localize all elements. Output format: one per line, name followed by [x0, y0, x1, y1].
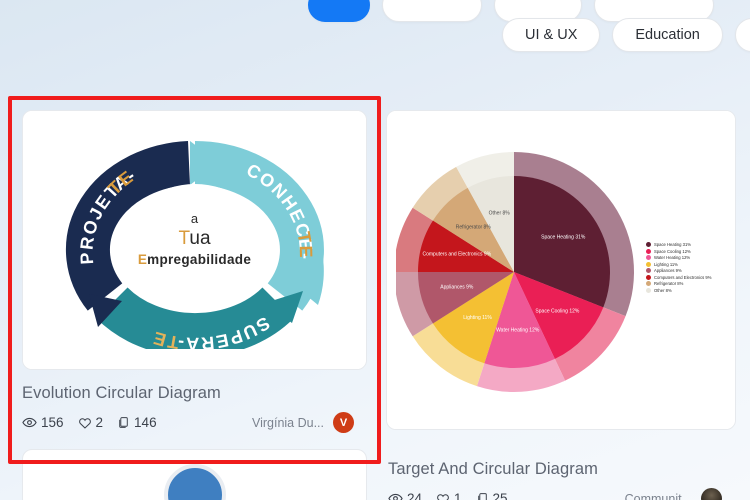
author-name: Communit... [624, 491, 692, 500]
pie-slice-label: Space Cooling 12% [535, 309, 579, 315]
legend-swatch [646, 268, 651, 273]
legend-swatch [646, 281, 651, 286]
pie-slice-label: Appliances 9% [440, 285, 474, 291]
copies-count: 25 [492, 491, 508, 500]
legend-swatch [646, 242, 651, 247]
card-evolution-circular-diagram[interactable]: CONHECE- TE SUPERA- TE PROJETA- TE a Tua… [22, 110, 367, 370]
filter-chip-ui-ux[interactable]: UI & UX [502, 18, 601, 52]
pie-slice-label: Space Heating 31% [541, 235, 586, 241]
views-count: 24 [407, 491, 423, 500]
legend-swatch [646, 261, 651, 267]
card-thumbnail: Space Heating 31% Space Cooling 12% Water … [387, 111, 735, 429]
copies-count: 146 [134, 415, 157, 430]
card-author[interactable]: Virgínia Du... V [252, 412, 354, 433]
stat-likes: 1 [436, 491, 462, 500]
legend-swatch [646, 248, 651, 254]
legend-label: Other 8% [654, 287, 672, 293]
legend-item: Computers and Electronics 9% [646, 274, 712, 280]
card-footer: 156 2 146 Virgínia Du... V [22, 412, 372, 433]
pie-legend: Space Heating 31% Space Cooling 12% Water … [646, 242, 712, 293]
legend-label: Appliances 9% [654, 268, 682, 273]
legend-label: Space Cooling 12% [654, 248, 691, 254]
pie-slice-label: Computers and Electronics 9% [423, 251, 492, 257]
pie-slice-label: Lighting 11% [463, 315, 492, 321]
heart-icon [78, 416, 92, 430]
pie-slice-label: Other 8% [489, 210, 511, 216]
filter-chip-partial[interactable]: I [734, 18, 750, 52]
likes-count: 1 [454, 491, 462, 500]
legend-item: Space Heating 31% [646, 242, 712, 247]
card-partial-next[interactable] [22, 449, 367, 500]
legend-label: Refrigerator 8% [654, 281, 684, 286]
card-meta-evolution: Evolution Circular Diagram 156 2 146 Vir… [8, 370, 372, 433]
legend-swatch [646, 274, 651, 280]
card-wrap-evolution: CONHECE- TE SUPERA- TE PROJETA- TE a Tua… [8, 96, 381, 464]
legend-item: Appliances 9% [646, 268, 712, 273]
card-target-circular-diagram[interactable]: Space Heating 31% Space Cooling 12% Water … [386, 110, 736, 430]
stat-likes: 2 [78, 415, 104, 430]
eye-icon [388, 491, 403, 500]
card-stats: 156 2 146 [22, 415, 157, 430]
pie-slice-label: Refrigerator 8% [456, 225, 492, 231]
filter-chip-active[interactable] [308, 0, 370, 22]
legend-label: Lighting 11% [654, 261, 678, 267]
grid-column-right: Space Heating 31% Space Cooling 12% Water … [386, 110, 750, 500]
card-thumbnail: CONHECE- TE SUPERA- TE PROJETA- TE a Tua… [23, 111, 366, 369]
legend-item: Water Heating 12% [646, 255, 712, 260]
copy-icon [117, 416, 130, 429]
card-meta-target: Target And Circular Diagram 24 1 25 Comm… [386, 446, 750, 500]
donut-svg: CONHECE- TE SUPERA- TE PROJETA- TE [65, 141, 324, 349]
legend-item: Space Cooling 12% [646, 248, 712, 254]
circular-evolution-diagram: CONHECE- TE SUPERA- TE PROJETA- TE a Tua… [56, 131, 334, 349]
legend-swatch [646, 287, 651, 293]
card-stats: 24 1 25 [388, 491, 508, 500]
heart-icon [436, 492, 450, 500]
legend-label: Water Heating 12% [654, 255, 691, 260]
stat-copies: 25 [476, 491, 508, 500]
pie-chart: Space Heating 31% Space Cooling 12% Water … [394, 142, 726, 398]
filter-chip-row-secondary: UI & UX Education I [502, 18, 750, 52]
card-footer: 24 1 25 Communit... [388, 488, 750, 500]
card-title[interactable]: Target And Circular Diagram [388, 460, 750, 479]
filter-chip-2[interactable] [382, 0, 482, 22]
card-author[interactable]: Communit... [625, 488, 722, 500]
legend-label: Space Heating 31% [654, 242, 692, 247]
filter-chip-label: Education [635, 27, 700, 43]
legend-swatch [646, 255, 651, 260]
avatar[interactable]: V [333, 412, 354, 433]
grid-column-left: CONHECE- TE SUPERA- TE PROJETA- TE a Tua… [8, 96, 381, 500]
legend-item: Lighting 11% [646, 261, 712, 267]
views-count: 156 [41, 415, 64, 430]
stat-copies: 146 [117, 415, 157, 430]
likes-count: 2 [95, 415, 104, 430]
avatar[interactable] [701, 488, 722, 500]
eye-icon [22, 415, 37, 430]
legend-label: Computers and Electronics 9% [654, 274, 712, 280]
filter-chip-label: UI & UX [525, 27, 578, 43]
copy-icon [476, 492, 489, 500]
legend-item: Refrigerator 8% [646, 281, 712, 286]
legend-item: Other 8% [646, 287, 712, 293]
donut-hole [125, 184, 264, 296]
stat-views: 156 [22, 415, 64, 430]
blue-circle-thumb [163, 464, 226, 500]
author-name: Virgínia Du... [251, 415, 324, 430]
pie-slice-label: Water Heating 12% [496, 327, 540, 333]
filter-chip-education[interactable]: Education [612, 18, 723, 52]
stat-views: 24 [388, 491, 422, 500]
card-title[interactable]: Evolution Circular Diagram [22, 384, 372, 403]
pie-inner-slices [418, 176, 610, 368]
results-grid: CONHECE- TE SUPERA- TE PROJETA- TE a Tua… [8, 96, 750, 500]
